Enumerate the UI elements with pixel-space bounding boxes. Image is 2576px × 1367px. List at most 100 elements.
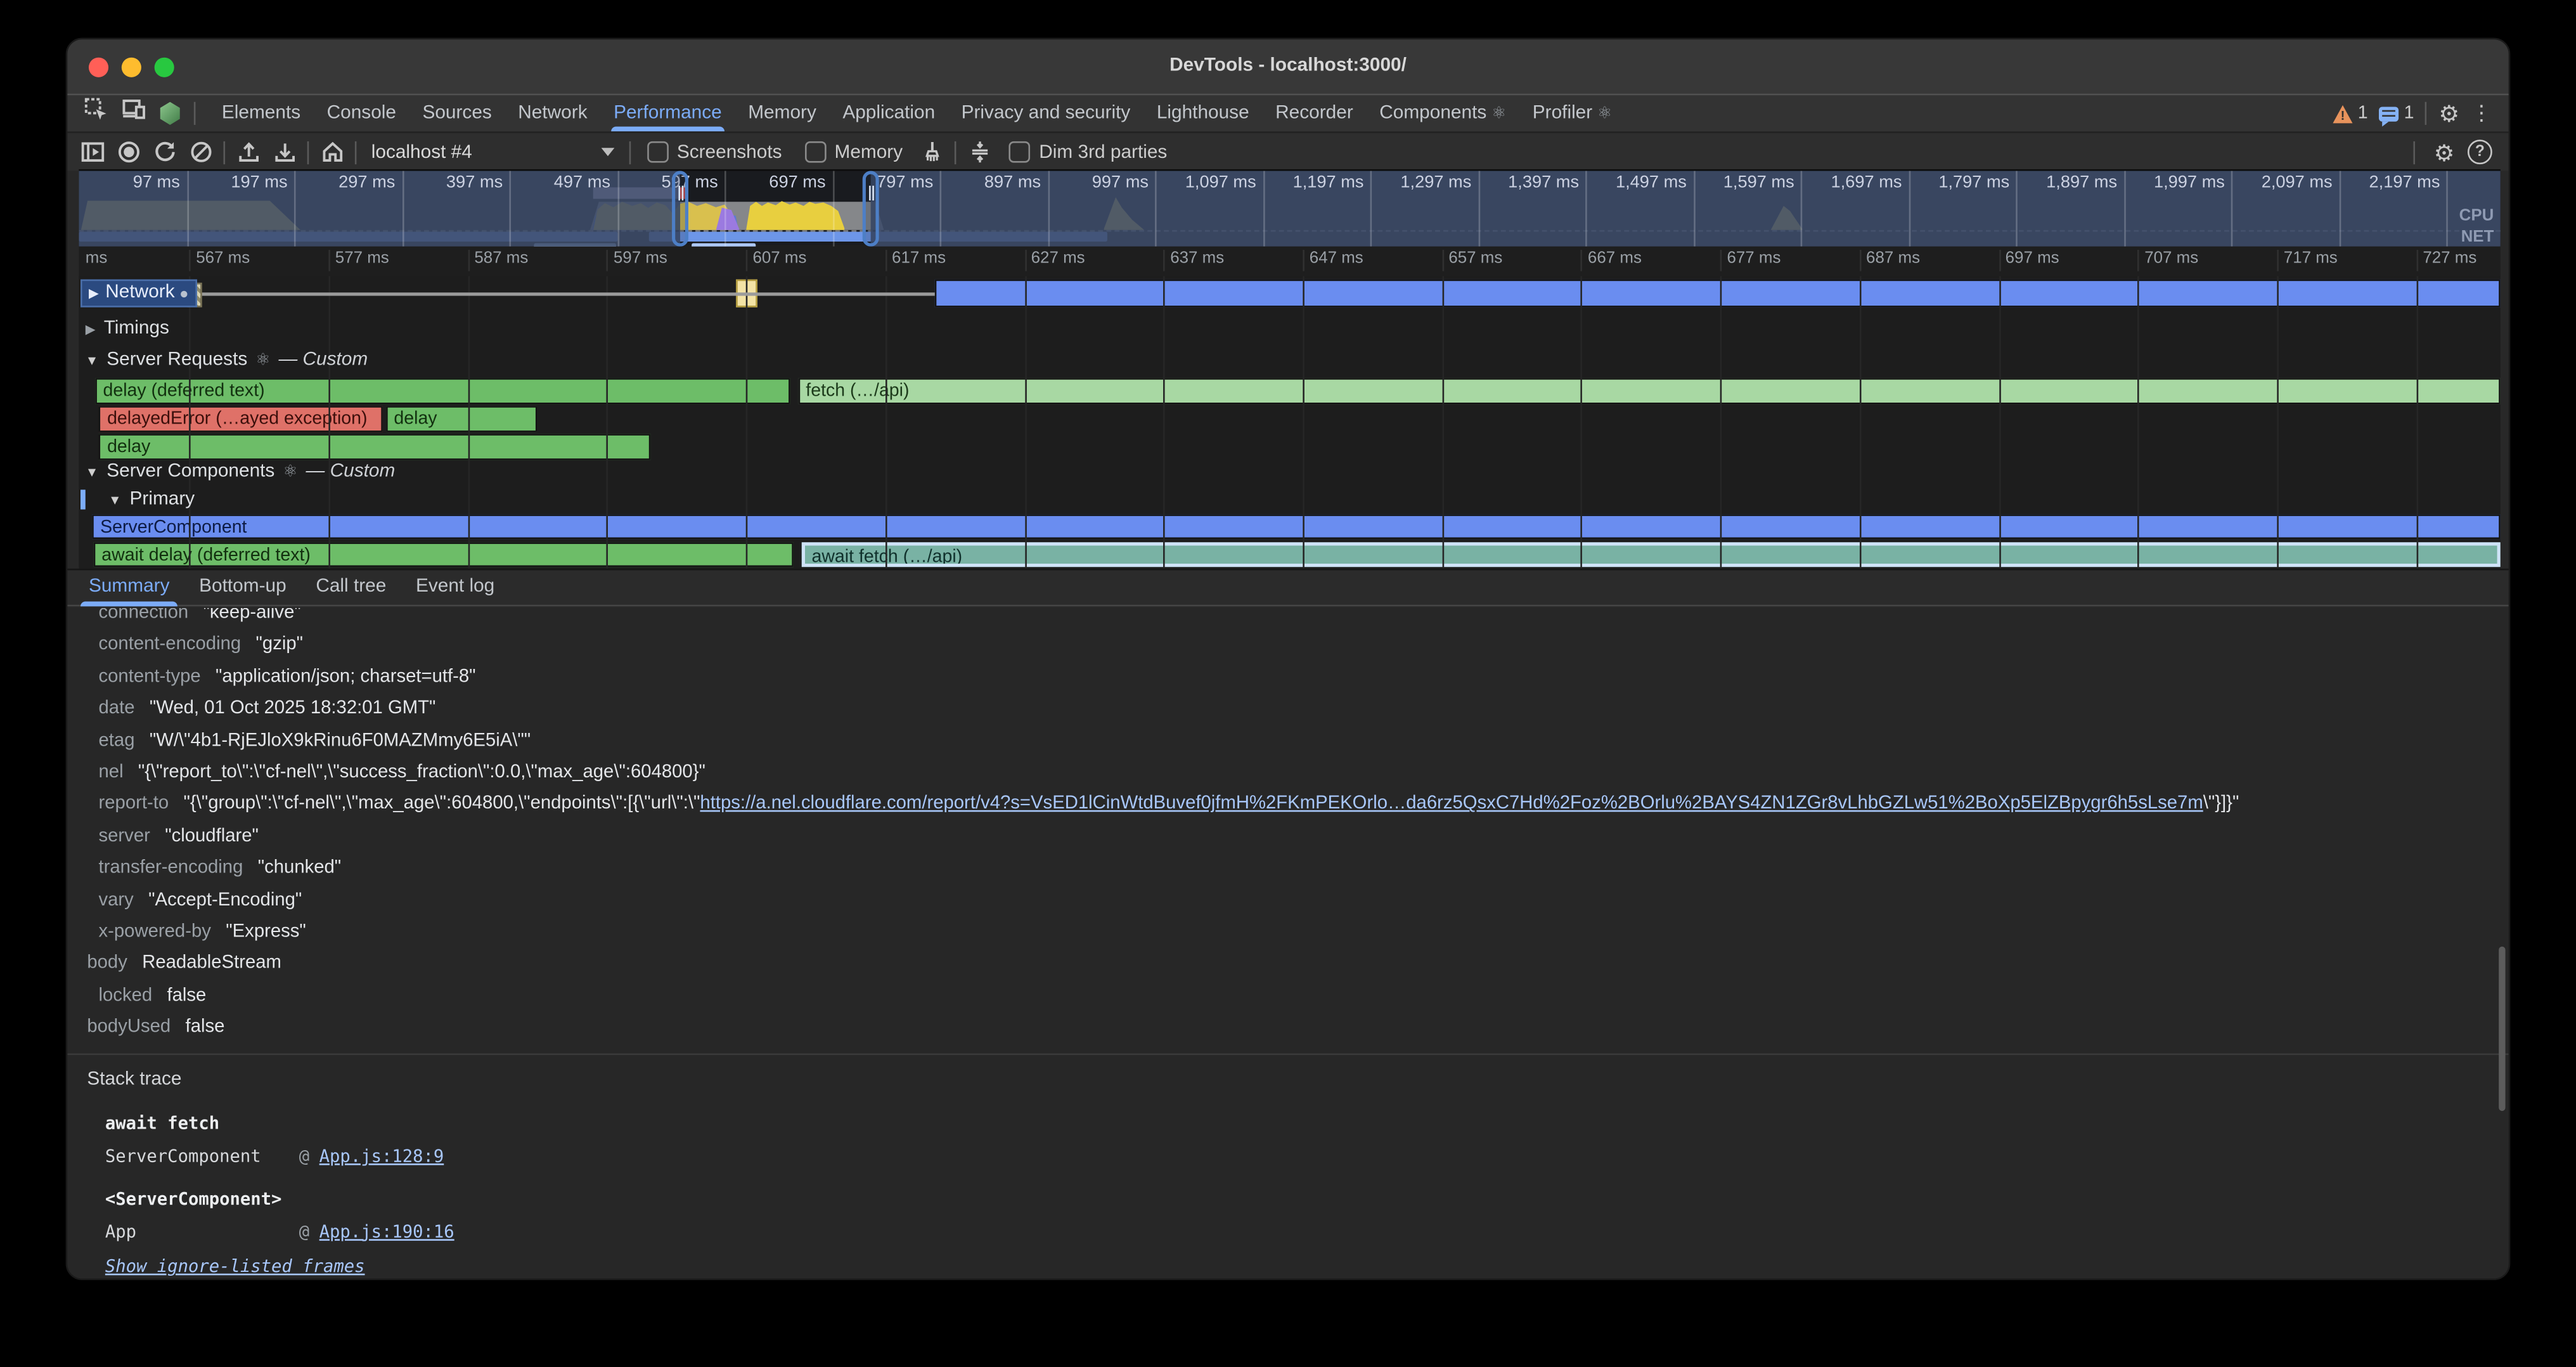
report-url-link[interactable]: https://a.nel.cloudflare.com/report/v4?s… xyxy=(700,794,2203,814)
tab-profiler[interactable]: Profiler⚛ xyxy=(1519,95,1625,131)
tab-network[interactable]: Network xyxy=(505,95,601,131)
tab-recorder[interactable]: Recorder xyxy=(1262,95,1366,131)
property-row[interactable]: transfer-encoding"chunked" xyxy=(67,853,2508,884)
property-row[interactable]: bodyUsedfalse xyxy=(67,1013,2508,1044)
track-network[interactable]: ▶ Network xyxy=(80,280,198,308)
overview-time-label: 1,797 ms xyxy=(1938,172,2016,192)
tab-memory[interactable]: Memory xyxy=(735,95,829,131)
property-row[interactable]: lockedfalse xyxy=(67,981,2508,1013)
home-icon[interactable] xyxy=(314,136,350,169)
frame-source-link[interactable]: App.js:190:16 xyxy=(319,1222,454,1241)
property-row[interactable]: vary"Accept-Encoding" xyxy=(67,885,2508,917)
save-profile-icon[interactable] xyxy=(266,136,302,169)
property-row[interactable]: content-type"application/json; charset=u… xyxy=(67,662,2508,694)
flame-gridline xyxy=(328,276,330,568)
property-row[interactable]: bodyReadableStream xyxy=(67,949,2508,980)
property-row[interactable]: content-encoding"gzip" xyxy=(67,630,2508,662)
toggle-device-toolbar-icon[interactable] xyxy=(122,97,146,130)
flame-bar[interactable]: delay xyxy=(99,434,650,459)
details-tab-event-log[interactable]: Event log xyxy=(401,569,510,607)
panel-settings-gear-icon[interactable]: ⚙ xyxy=(2434,141,2455,164)
help-icon[interactable]: ? xyxy=(2468,139,2492,164)
panel-tabs: ElementsConsoleSourcesNetworkPerformance… xyxy=(209,95,1625,131)
server-requests-lane-3: delay xyxy=(79,434,2500,459)
property-row[interactable]: etag"W/\"4b1-RjEJloX9kRinu6F0MAZMmy6E5iA… xyxy=(67,725,2508,757)
property-row[interactable]: nel"{\"report_to\":\"cf-nel\",\"success_… xyxy=(67,758,2508,789)
target-selector-dropdown[interactable]: localhost #4 xyxy=(361,142,624,162)
overview-time-label: 1,097 ms xyxy=(1185,172,1263,192)
track-server-requests[interactable]: ▼ Server Requests ⚛ — Custom xyxy=(86,350,368,370)
property-row[interactable]: report-to"{\"group\":\"cf-nel\",\"max_ag… xyxy=(67,789,2508,821)
overview-time-label: 2,097 ms xyxy=(2262,172,2339,192)
load-profile-icon[interactable] xyxy=(230,136,266,169)
track-timings[interactable]: ▶ Timings xyxy=(86,319,169,339)
overview-gridline xyxy=(617,171,619,247)
garbage-collect-icon[interactable] xyxy=(914,136,950,169)
show-ignore-listed-frames-link[interactable]: Show ignore-listed frames xyxy=(67,1252,2508,1278)
stack-trace-frame-row: App@App.js:190:16 xyxy=(67,1217,2508,1249)
caret-right-icon: ▶ xyxy=(89,280,99,308)
group-primary[interactable]: ▼ Primary xyxy=(108,489,195,509)
overview-gridline xyxy=(1478,171,1480,247)
overview-gridline xyxy=(1801,171,1803,247)
settings-gear-icon[interactable]: ⚙ xyxy=(2438,102,2459,125)
frame-source-link[interactable]: App.js:128:9 xyxy=(319,1147,444,1167)
flame-gridline xyxy=(1860,276,1862,568)
collapse-sections-icon[interactable] xyxy=(962,136,998,169)
ruler-tick-label: 627 ms xyxy=(1024,250,1085,271)
tab-components[interactable]: Components⚛ xyxy=(1367,95,1520,131)
screenshots-label: Screenshots xyxy=(677,142,782,162)
record-icon[interactable] xyxy=(110,136,146,169)
overview-time-label: 197 ms xyxy=(231,172,294,192)
inspect-element-icon[interactable] xyxy=(84,97,108,130)
tab-privacy-and-security[interactable]: Privacy and security xyxy=(948,95,1143,131)
server-components-lane-2: await delay (deferred text) await fetch (… xyxy=(79,541,2500,567)
details-tab-call-tree[interactable]: Call tree xyxy=(301,569,401,607)
property-row[interactable]: x-powered-by"Express" xyxy=(67,917,2508,949)
selection-handle-left[interactable] xyxy=(671,171,688,247)
property-row[interactable]: date"Wed, 01 Oct 2025 18:32:01 GMT" xyxy=(67,694,2508,725)
dim-3rd-parties-checkbox[interactable]: Dim 3rd parties xyxy=(1010,141,1168,163)
scrollbar-thumb[interactable] xyxy=(2499,947,2505,1111)
flame-bar[interactable]: await delay (deferred text) xyxy=(93,541,793,567)
flame-gridline xyxy=(1999,276,2000,568)
tab-performance[interactable]: Performance xyxy=(600,95,735,131)
checkbox-box xyxy=(647,141,669,163)
overview-gridline xyxy=(2447,171,2449,247)
warnings-badge[interactable]: ! 1 xyxy=(2333,103,2368,123)
flame-gridline xyxy=(190,276,191,568)
reload-and-record-icon[interactable] xyxy=(146,136,183,169)
issues-badge[interactable]: 1 xyxy=(2380,103,2414,123)
flame-bar[interactable] xyxy=(934,280,2500,308)
clear-icon[interactable] xyxy=(183,136,219,169)
flame-bar[interactable]: fetch (…/api) xyxy=(797,378,2499,403)
screenshots-checkbox[interactable]: Screenshots xyxy=(647,141,782,163)
selection-handle-right[interactable] xyxy=(861,171,878,247)
overview-gridline xyxy=(510,171,512,247)
tab-elements[interactable]: Elements xyxy=(209,95,314,131)
tab-sources[interactable]: Sources xyxy=(409,95,505,131)
flame-gridline xyxy=(746,276,748,568)
custom-track-suffix: — Custom xyxy=(278,350,368,370)
tab-lighthouse[interactable]: Lighthouse xyxy=(1143,95,1262,131)
flame-gridline xyxy=(2138,276,2140,568)
track-server-components[interactable]: ▼ Server Components ⚛ — Custom xyxy=(86,462,396,481)
details-tab-bottom-up[interactable]: Bottom-up xyxy=(184,569,301,607)
flame-bar[interactable]: delayedError (…ayed exception) xyxy=(99,406,383,431)
flame-bar[interactable]: await fetch (…/api) xyxy=(802,541,2500,567)
property-row[interactable]: connection"keep-alive" xyxy=(67,608,2508,630)
flame-bar[interactable]: delay (deferred text) xyxy=(95,378,791,403)
timeline-overview[interactable]: 97 ms197 ms297 ms397 ms497 ms597 ms697 m… xyxy=(79,169,2500,247)
flame-bar[interactable]: delay xyxy=(385,406,537,431)
details-tab-summary[interactable]: Summary xyxy=(74,569,184,607)
tab-console[interactable]: Console xyxy=(314,95,409,131)
cpu-activity-shape xyxy=(746,195,845,230)
property-key: nel xyxy=(99,762,124,782)
property-row[interactable]: server"cloudflare" xyxy=(67,821,2508,853)
more-options-kebab-icon[interactable]: ⋮ xyxy=(2471,100,2492,126)
ruler-tick-label: 577 ms xyxy=(328,250,389,271)
tab-application[interactable]: Application xyxy=(830,95,948,131)
toggle-sidebar-icon[interactable] xyxy=(74,136,110,169)
flamechart[interactable]: ▶ Network ▶ Timings ▼ Server Requests ⚛ … xyxy=(79,276,2500,568)
memory-checkbox[interactable]: Memory xyxy=(805,141,903,163)
